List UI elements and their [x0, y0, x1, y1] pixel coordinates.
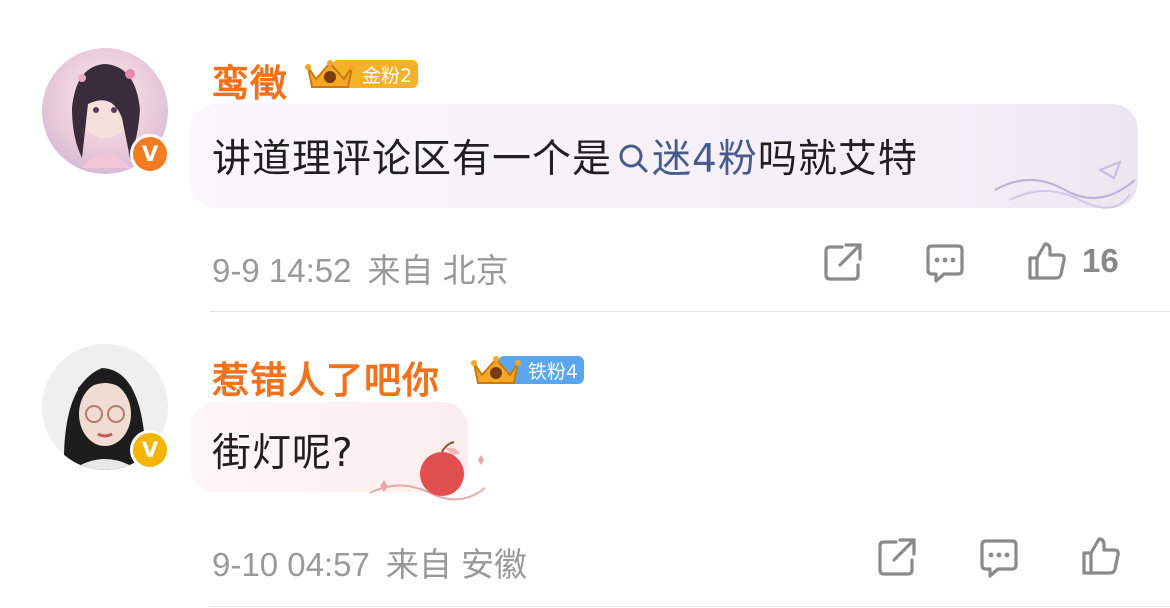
comment-text: 讲道理评论区有一个是 迷4粉吗就艾特 [212, 128, 918, 184]
comment-text-before: 讲道理评论区有一个是 [212, 137, 613, 182]
avatar[interactable]: V [42, 48, 170, 174]
comment-meta: 9-9 14:52 来自 北京 [212, 244, 509, 292]
comment-text-after: 吗就艾特 [757, 137, 918, 182]
comment-location: 来自 安徽 [385, 546, 527, 583]
share-icon [878, 538, 916, 576]
like-count: 16 [1082, 242, 1119, 279]
comment-icon [926, 244, 964, 283]
apple-ornament-icon [369, 441, 486, 501]
like-icon [1028, 242, 1066, 280]
share-button[interactable] [876, 536, 918, 578]
like-icon [1082, 537, 1120, 575]
share-icon [824, 243, 862, 281]
comment-time: 9-9 14:52 [212, 252, 352, 289]
username[interactable]: 鸾徵 [212, 53, 288, 107]
like-button[interactable]: 16 [1026, 240, 1119, 282]
fan-badge[interactable]: 金粉2 [302, 57, 419, 91]
divider [210, 606, 1170, 607]
search-icon [619, 144, 648, 173]
comment-item: V 鸾徵 金粉2 讲道理评论区有一个是 迷4粉吗就艾特 9-9 14:52 来自 北… [0, 0, 1170, 312]
username[interactable]: 惹错人了吧你 [212, 350, 440, 404]
verified-badge-icon: V [130, 134, 170, 174]
bubble-ornament-icon [994, 160, 1136, 209]
search-link[interactable]: 迷4粉 [612, 137, 758, 182]
comment-icon [980, 539, 1018, 578]
share-button[interactable] [822, 241, 864, 283]
reply-button[interactable] [924, 242, 966, 284]
crown-icon [305, 60, 355, 88]
comment-location: 来自 北京 [367, 252, 509, 289]
search-term: 迷4粉 [652, 137, 758, 182]
verified-badge-icon: V [130, 430, 170, 470]
fan-badge[interactable]: 铁粉4 [468, 353, 585, 387]
reply-button[interactable] [978, 537, 1020, 579]
comment-meta: 9-10 04:57 来自 安徽 [212, 538, 527, 586]
comment-text: 街灯呢? [212, 431, 354, 476]
comment-item: V 惹错人了吧你 铁粉4 街灯呢? 9-10 04:57 来自 安徽 [0, 312, 1170, 608]
comment-time: 9-10 04:57 [212, 546, 370, 583]
crown-icon [471, 356, 521, 384]
avatar[interactable]: V [42, 344, 170, 470]
like-button[interactable] [1080, 535, 1122, 577]
